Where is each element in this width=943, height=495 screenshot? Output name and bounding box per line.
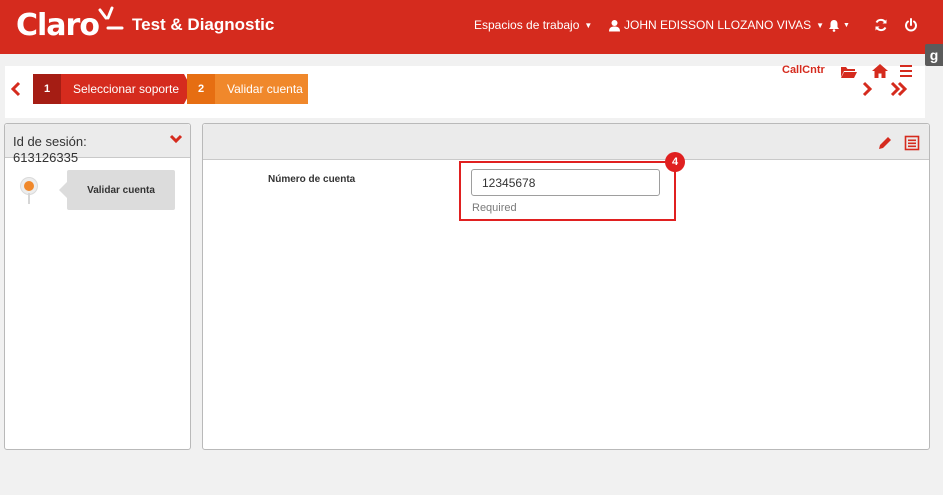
session-id: 613126335 bbox=[13, 150, 79, 165]
timeline-line bbox=[28, 193, 30, 204]
caret-down-icon: ▼ bbox=[843, 21, 850, 29]
account-number-input[interactable] bbox=[471, 169, 660, 196]
user-icon bbox=[609, 19, 620, 31]
step-label: Seleccionar soporte bbox=[73, 82, 180, 96]
required-helper-text: Required bbox=[472, 202, 517, 214]
step-number: 1 bbox=[33, 74, 61, 104]
workspaces-menu[interactable]: Espacios de trabajo ▼ bbox=[474, 18, 592, 32]
logout-button[interactable] bbox=[900, 14, 922, 36]
step-validar-cuenta[interactable]: 2 Validar cuenta bbox=[187, 74, 308, 104]
user-menu[interactable]: JOHN EDISSON LLOZANO VIVAS ▼ bbox=[608, 18, 824, 32]
power-icon bbox=[905, 18, 917, 32]
timeline-dot bbox=[21, 178, 37, 194]
account-number-label: Número de cuenta bbox=[268, 174, 356, 185]
top-bar: Claro Test & Diagnostic Espacios de trab… bbox=[0, 0, 943, 54]
back-arrow-icon[interactable] bbox=[9, 81, 23, 97]
workspaces-label: Espacios de trabajo bbox=[474, 18, 580, 32]
double-chevron-right-icon[interactable] bbox=[888, 81, 910, 97]
chevron-down-icon[interactable] bbox=[169, 134, 183, 144]
folder-icon[interactable] bbox=[840, 64, 858, 80]
pencil-icon[interactable] bbox=[877, 135, 893, 151]
step-seleccionar-soporte[interactable]: 1 Seleccionar soporte bbox=[33, 74, 184, 104]
caret-down-icon: ▼ bbox=[584, 20, 593, 30]
list-icon[interactable] bbox=[904, 135, 920, 151]
logo-rays-icon bbox=[98, 6, 124, 30]
form-panel-header bbox=[203, 124, 929, 160]
app-page: Claro Test & Diagnostic Espacios de trab… bbox=[0, 0, 943, 495]
side-tab-button[interactable]: g bbox=[925, 44, 943, 66]
session-label: Id de sesión: bbox=[13, 134, 87, 149]
claro-logo[interactable]: Claro bbox=[16, 6, 124, 46]
timeline-item-validar-cuenta[interactable]: Validar cuenta bbox=[59, 170, 175, 210]
refresh-icon bbox=[875, 18, 887, 32]
step-annotation-badge: 4 bbox=[665, 152, 685, 172]
notifications-button[interactable]: ▼ bbox=[826, 14, 852, 36]
logo-text: Claro bbox=[16, 8, 100, 43]
menu-icon[interactable] bbox=[897, 63, 915, 79]
step-label: Validar cuenta bbox=[227, 82, 303, 96]
refresh-button[interactable] bbox=[870, 14, 892, 36]
home-icon[interactable] bbox=[871, 63, 889, 79]
callcntr-link[interactable]: CallCntr bbox=[782, 64, 825, 76]
bell-icon bbox=[829, 19, 840, 32]
caret-down-icon: ▼ bbox=[816, 20, 825, 30]
step-arrow bbox=[207, 74, 213, 104]
chevron-right-icon[interactable] bbox=[858, 81, 876, 97]
app-title: Test & Diagnostic bbox=[132, 15, 275, 34]
user-name: JOHN EDISSON LLOZANO VIVAS bbox=[624, 18, 812, 32]
